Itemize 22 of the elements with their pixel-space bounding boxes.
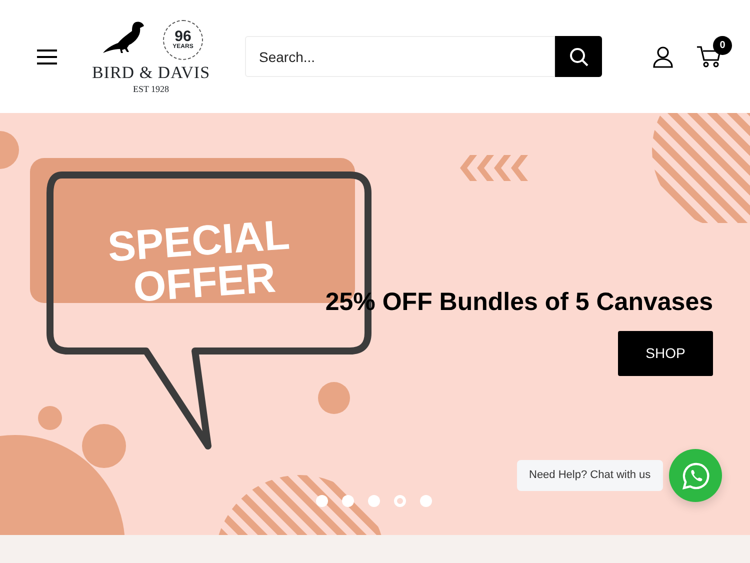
search-field[interactable]: Search... (245, 36, 555, 77)
slide-dot[interactable] (368, 495, 380, 507)
cart-count: 0 (713, 36, 732, 54)
cart-icon[interactable] (697, 44, 722, 68)
dot-drawing (38, 406, 62, 430)
search-button[interactable] (555, 36, 602, 77)
dot-drawing (0, 131, 19, 169)
dot-drawing (82, 424, 126, 468)
chevrons-drawing (460, 155, 528, 181)
logo-established: EST 1928 (132, 84, 170, 94)
slide-dot[interactable] (394, 495, 406, 507)
years-number: 96 (174, 29, 192, 44)
logo-name: BIRD & DAVIS (92, 64, 210, 80)
phone-bubble-icon (680, 460, 710, 490)
chat-label: Need Help? Chat with us (517, 460, 663, 490)
user-icon[interactable] (653, 46, 673, 68)
dot-drawing (318, 382, 350, 414)
shop-button[interactable]: SHOP (618, 331, 713, 376)
search-icon (568, 46, 588, 66)
menu-icon[interactable] (37, 48, 57, 64)
slide-dot[interactable] (420, 495, 432, 507)
chat-button[interactable] (669, 449, 722, 502)
